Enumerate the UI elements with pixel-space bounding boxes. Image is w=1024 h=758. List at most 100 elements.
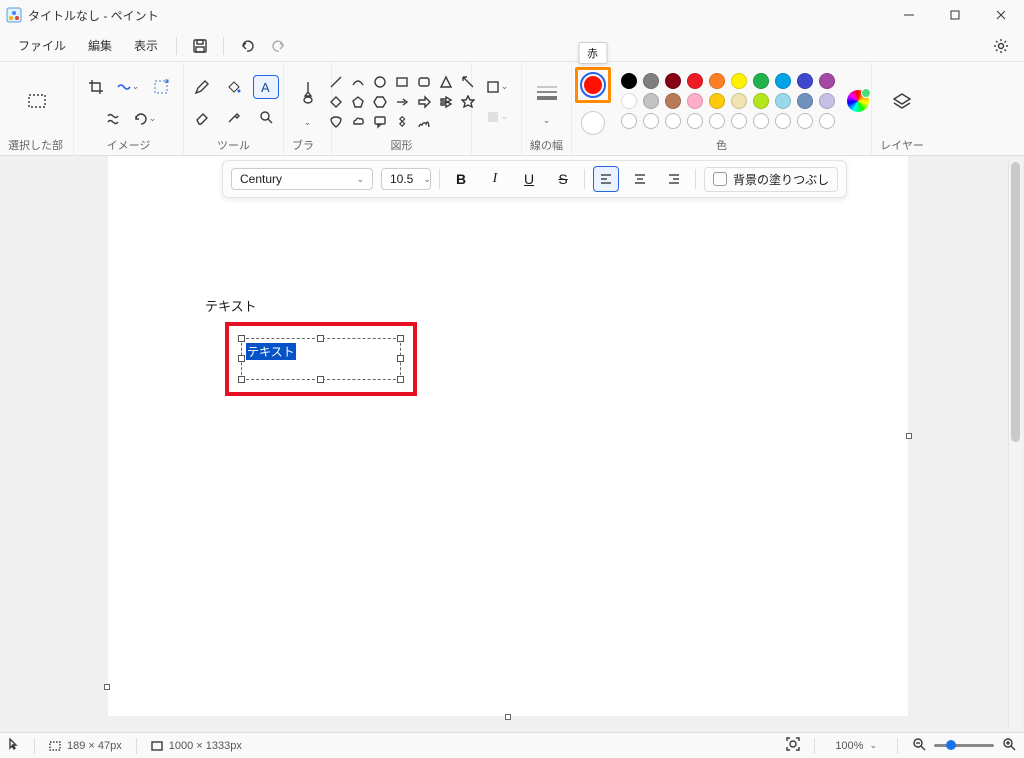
zoom-in-button[interactable] bbox=[1002, 737, 1016, 754]
align-right-button[interactable] bbox=[661, 166, 687, 192]
underline-button[interactable]: U bbox=[516, 166, 542, 192]
close-button[interactable] bbox=[978, 0, 1024, 30]
color-1-selected[interactable]: 赤 bbox=[575, 67, 611, 103]
zoom-track[interactable] bbox=[934, 744, 994, 747]
ribbon: 選択した部分 ⌄ ⌄ イメージ A bbox=[0, 62, 1024, 156]
menu-edit[interactable]: 編集 bbox=[78, 33, 122, 58]
menu-file[interactable]: ファイル bbox=[8, 33, 76, 58]
pencil-tool[interactable] bbox=[189, 75, 215, 99]
resize-handle[interactable] bbox=[397, 335, 404, 342]
resize-handle[interactable] bbox=[238, 355, 245, 362]
settings-button[interactable] bbox=[986, 32, 1016, 60]
color-swatch-empty[interactable] bbox=[797, 113, 813, 129]
redo-button[interactable] bbox=[264, 32, 294, 60]
color-swatch[interactable] bbox=[731, 93, 747, 109]
color-swatch-empty[interactable] bbox=[687, 113, 703, 129]
resize-handle[interactable] bbox=[317, 376, 324, 383]
fit-screen-icon[interactable] bbox=[786, 737, 800, 754]
color-swatch[interactable] bbox=[775, 93, 791, 109]
scrollbar-thumb[interactable] bbox=[1011, 162, 1020, 442]
align-left-button[interactable] bbox=[593, 166, 619, 192]
eyedropper-tool[interactable] bbox=[221, 105, 247, 129]
color-swatch[interactable] bbox=[819, 73, 835, 89]
color-swatch-empty[interactable] bbox=[665, 113, 681, 129]
color-swatch-empty[interactable] bbox=[775, 113, 791, 129]
canvas-resize-handle[interactable] bbox=[505, 714, 511, 720]
minimize-button[interactable] bbox=[886, 0, 932, 30]
layers-button[interactable] bbox=[887, 87, 917, 117]
edit-colors-button[interactable] bbox=[847, 90, 869, 112]
color-swatch[interactable] bbox=[753, 93, 769, 109]
resize-button[interactable]: ⌄ bbox=[115, 75, 141, 99]
separator bbox=[814, 738, 815, 754]
color-swatch[interactable] bbox=[621, 73, 637, 89]
color-swatch[interactable] bbox=[797, 73, 813, 89]
color-2[interactable] bbox=[581, 111, 605, 135]
color-swatch-empty[interactable] bbox=[709, 113, 725, 129]
resize-handle[interactable] bbox=[397, 355, 404, 362]
color-swatch[interactable] bbox=[665, 73, 681, 89]
resize-handle[interactable] bbox=[317, 335, 324, 342]
flip-button[interactable]: ⌄ bbox=[132, 107, 158, 131]
font-size-dropdown[interactable]: 10.5 ⌄ bbox=[381, 168, 431, 190]
canvas[interactable] bbox=[108, 156, 908, 716]
zoom-slider bbox=[912, 737, 1016, 754]
color-swatch[interactable] bbox=[775, 73, 791, 89]
color-swatch[interactable] bbox=[621, 93, 637, 109]
save-button[interactable] bbox=[185, 32, 215, 60]
color-swatch[interactable] bbox=[709, 93, 725, 109]
eraser-tool[interactable] bbox=[189, 105, 215, 129]
italic-button[interactable]: I bbox=[482, 166, 508, 192]
zoom-dropdown[interactable]: 100% ⌄ bbox=[829, 738, 883, 754]
canvas-resize-handle[interactable] bbox=[104, 684, 110, 690]
color-swatch[interactable] bbox=[643, 93, 659, 109]
fill-tool[interactable] bbox=[221, 75, 247, 99]
select-expand-button[interactable] bbox=[147, 73, 175, 101]
text-edit-frame[interactable]: テキスト bbox=[241, 338, 401, 380]
color-swatch-empty[interactable] bbox=[819, 113, 835, 129]
zoom-knob[interactable] bbox=[946, 740, 956, 750]
color-swatch-empty[interactable] bbox=[753, 113, 769, 129]
canvas-resize-handle[interactable] bbox=[906, 433, 912, 439]
color-swatch[interactable] bbox=[665, 93, 681, 109]
brush-tool[interactable] bbox=[293, 75, 323, 111]
group-brush: ⌄ ブラシ bbox=[284, 62, 332, 155]
text-tool[interactable]: A bbox=[253, 75, 279, 99]
resize-handle[interactable] bbox=[238, 376, 245, 383]
color-swatch[interactable] bbox=[753, 73, 769, 89]
strikethrough-button[interactable]: S bbox=[550, 166, 576, 192]
align-center-button[interactable] bbox=[627, 166, 653, 192]
undo-button[interactable] bbox=[232, 32, 262, 60]
shape-fill-button[interactable]: ⌄ bbox=[484, 105, 510, 129]
fill-background-checkbox[interactable]: 背景の塗りつぶし bbox=[704, 167, 838, 192]
crop-button[interactable] bbox=[83, 75, 109, 99]
shapes-gallery[interactable] bbox=[327, 73, 477, 131]
rotate-button[interactable] bbox=[100, 107, 126, 131]
zoom-out-button[interactable] bbox=[912, 737, 926, 754]
font-family-dropdown[interactable]: Century ⌄ bbox=[231, 168, 373, 190]
maximize-button[interactable] bbox=[932, 0, 978, 30]
group-layers: レイヤー bbox=[872, 62, 932, 155]
color-swatch[interactable] bbox=[643, 73, 659, 89]
color-swatch[interactable] bbox=[797, 93, 813, 109]
zoom-value: 100% bbox=[835, 740, 863, 752]
color-swatch-empty[interactable] bbox=[621, 113, 637, 129]
color-swatch[interactable] bbox=[819, 93, 835, 109]
stroke-width-button[interactable] bbox=[531, 77, 563, 109]
color-swatch-empty[interactable] bbox=[643, 113, 659, 129]
bold-button[interactable]: B bbox=[448, 166, 474, 192]
color-swatch[interactable] bbox=[709, 73, 725, 89]
chevron-down-icon: ⌄ bbox=[304, 117, 312, 128]
shape-outline-button[interactable]: ⌄ bbox=[484, 75, 510, 99]
textbox-selected-text[interactable]: テキスト bbox=[246, 343, 296, 360]
resize-handle[interactable] bbox=[397, 376, 404, 383]
color-swatch[interactable] bbox=[731, 73, 747, 89]
color-swatch-empty[interactable] bbox=[731, 113, 747, 129]
color-swatch[interactable] bbox=[687, 93, 703, 109]
select-rect-button[interactable] bbox=[22, 87, 52, 117]
color-swatch[interactable] bbox=[687, 73, 703, 89]
menu-view[interactable]: 表示 bbox=[124, 33, 168, 58]
vertical-scrollbar[interactable] bbox=[1008, 160, 1022, 728]
resize-handle[interactable] bbox=[238, 335, 245, 342]
magnifier-tool[interactable] bbox=[253, 105, 279, 129]
